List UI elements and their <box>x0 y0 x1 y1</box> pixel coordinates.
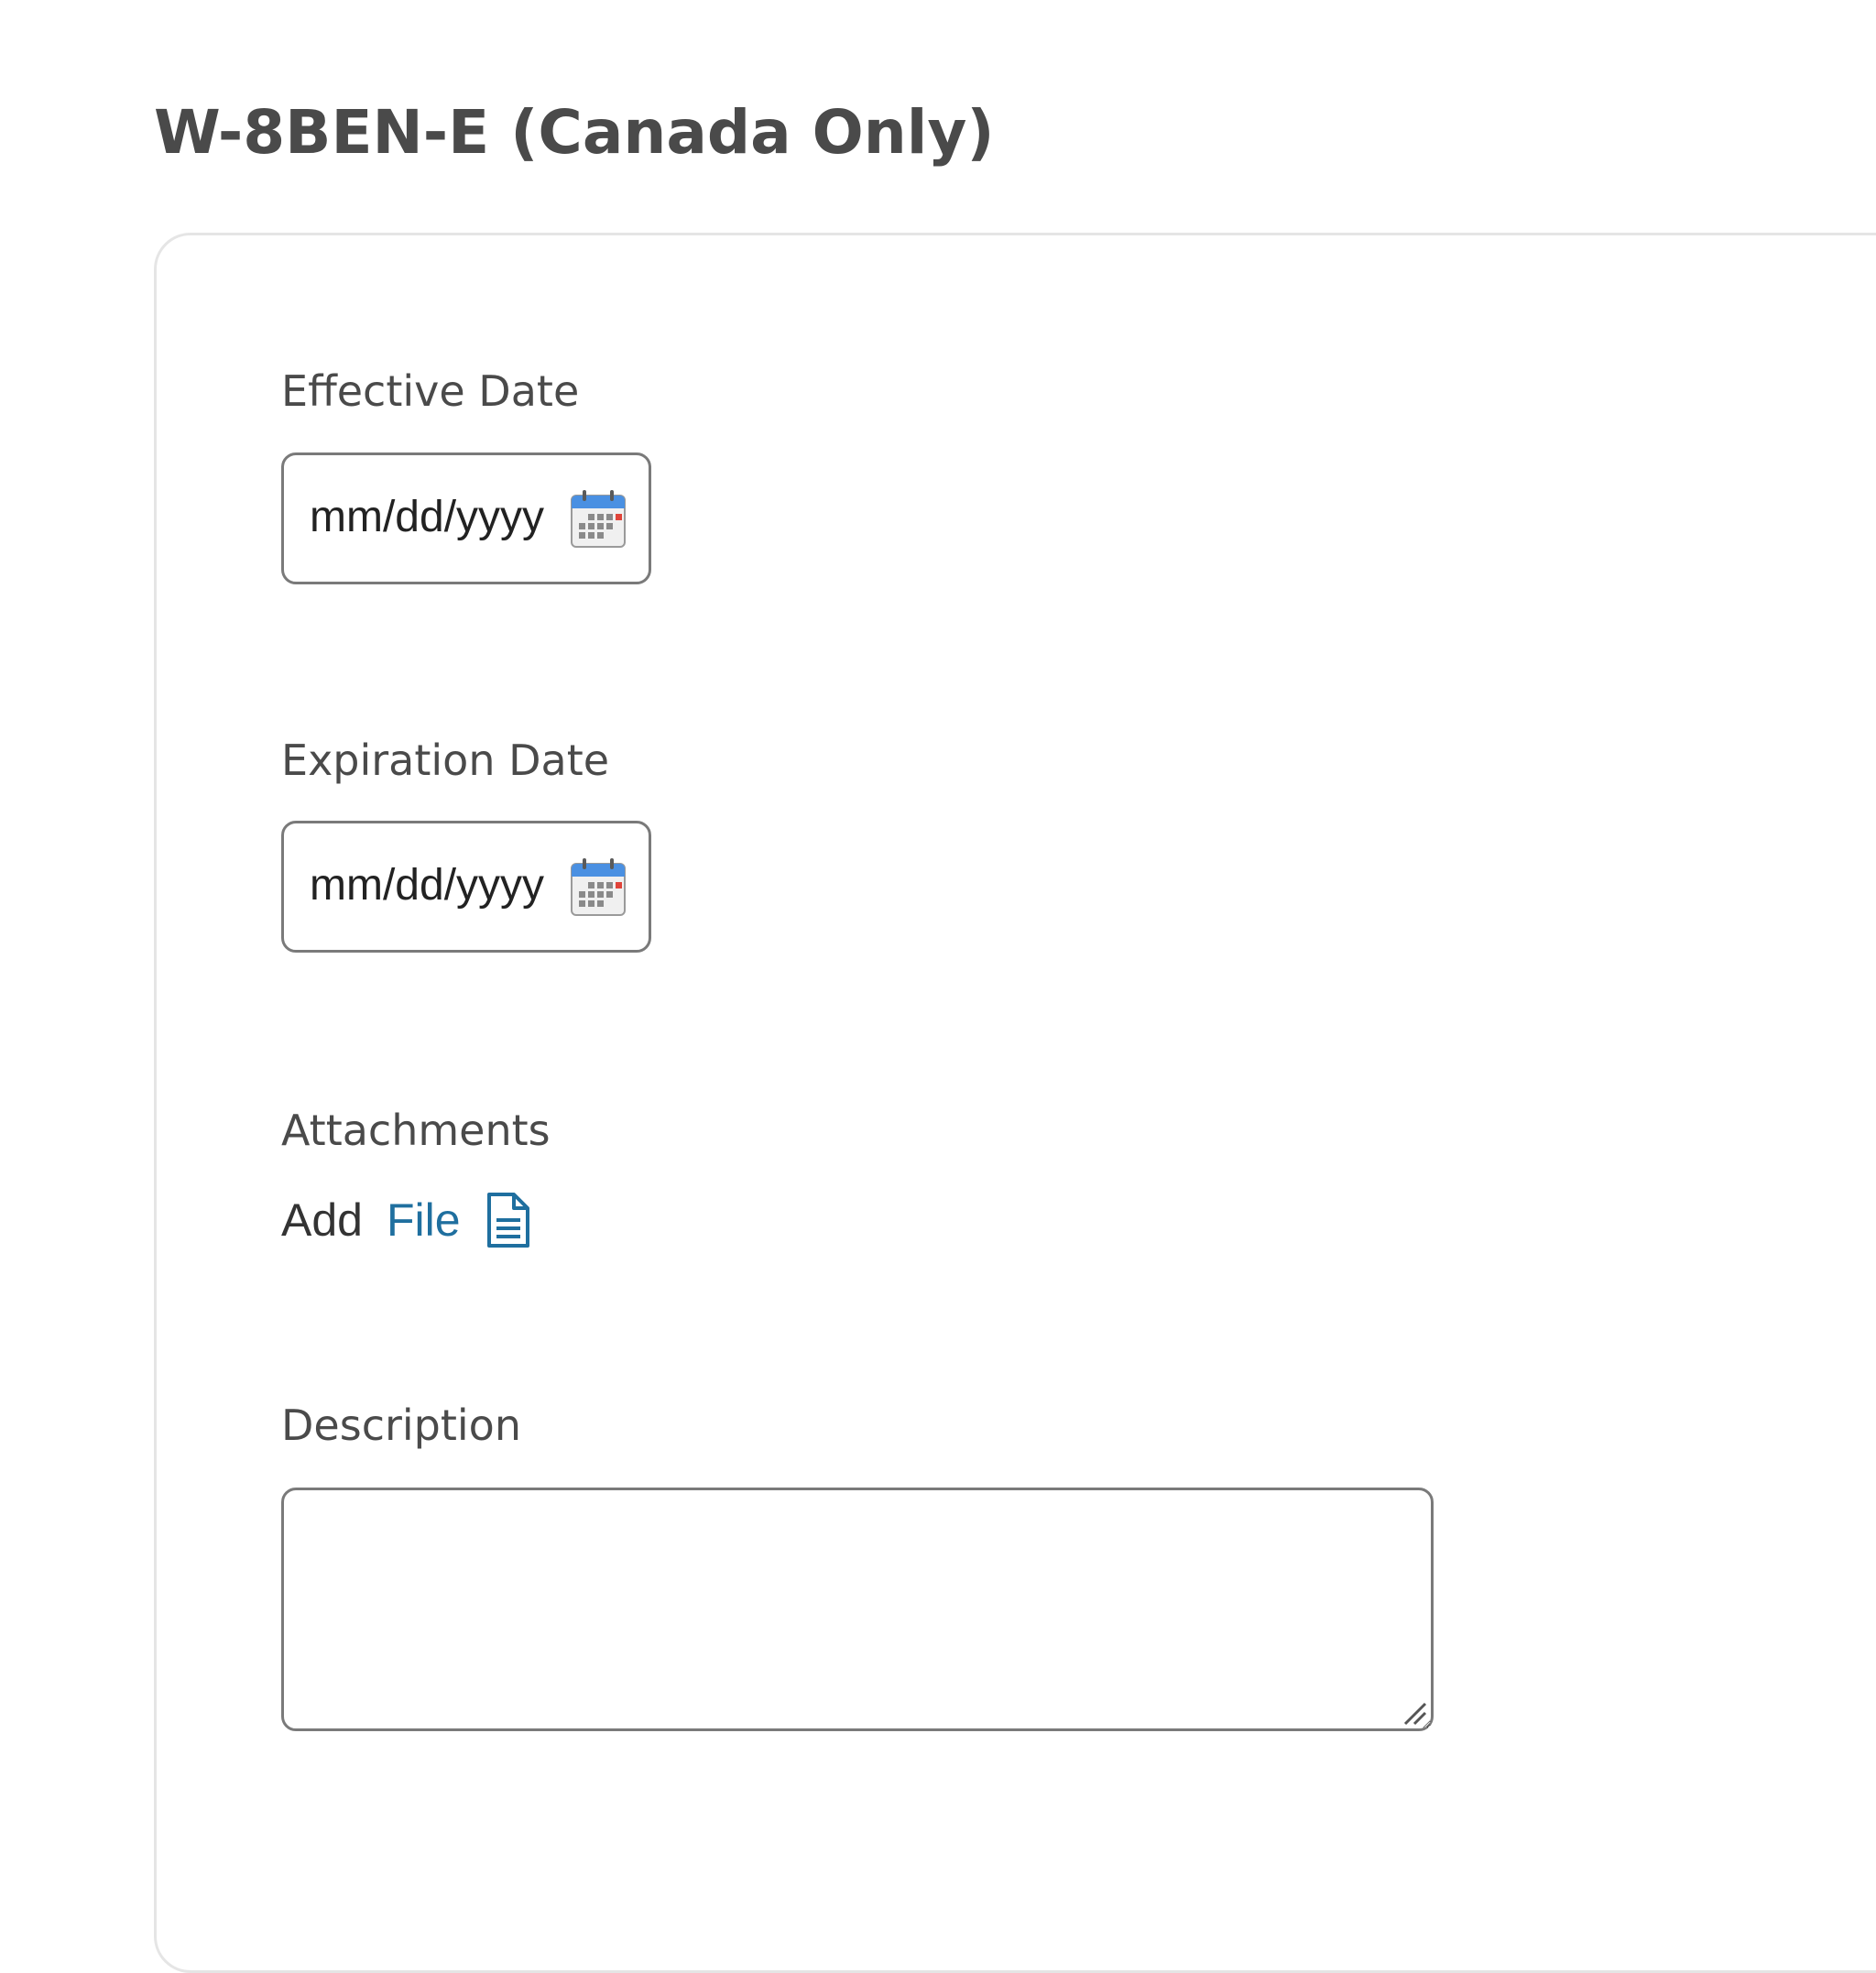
document-icon[interactable] <box>485 1190 532 1250</box>
description-label: Description <box>281 1401 521 1450</box>
description-textarea[interactable] <box>281 1488 1434 1731</box>
calendar-icon[interactable] <box>570 856 627 917</box>
effective-date-placeholder: mm/dd/yyyy <box>310 493 545 541</box>
attachments-label: Attachments <box>281 1106 551 1155</box>
effective-date-input[interactable]: mm/dd/yyyy <box>281 452 651 584</box>
expiration-date-placeholder: mm/dd/yyyy <box>310 861 545 910</box>
expiration-date-input[interactable]: mm/dd/yyyy <box>281 821 651 953</box>
expiration-date-label: Expiration Date <box>281 736 610 785</box>
add-text: Add <box>281 1194 363 1246</box>
effective-date-label: Effective Date <box>281 366 580 416</box>
add-file-link[interactable]: File <box>387 1194 461 1247</box>
calendar-icon[interactable] <box>570 488 627 549</box>
add-file-row: Add File <box>281 1187 532 1253</box>
page-title: W-8BEN-E (Canada Only) <box>154 97 995 168</box>
